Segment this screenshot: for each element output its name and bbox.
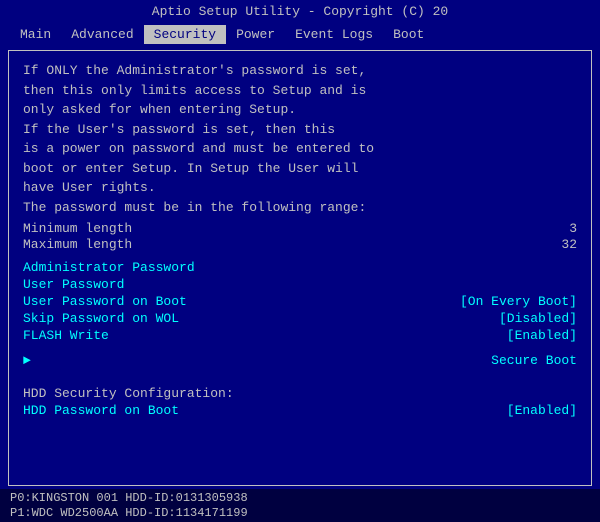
title-bar: Aptio Setup Utility - Copyright (C) 20: [0, 0, 600, 23]
hdd-password-row[interactable]: HDD Password on Boot [Enabled]: [23, 403, 577, 418]
divider-1: [23, 345, 577, 351]
admin-password-row[interactable]: Administrator Password: [23, 260, 577, 275]
skip-password-on-wol-value: [Disabled]: [499, 311, 577, 326]
main-content: If ONLY the Administrator's password is …: [8, 50, 592, 486]
desc-line-3: only asked for when entering Setup.: [23, 100, 577, 120]
bottom-bar: P0:KINGSTON 001 HDD-ID:0131305938 P1:WDC…: [0, 489, 600, 522]
nav-main[interactable]: Main: [10, 25, 61, 44]
hdd-password-value: [Enabled]: [507, 403, 577, 418]
min-length-value: 3: [517, 221, 577, 236]
menu-section: Administrator Password User Password Use…: [23, 260, 577, 343]
user-password-label[interactable]: User Password: [23, 277, 124, 292]
nav-advanced[interactable]: Advanced: [61, 25, 143, 44]
min-length-label: Minimum length: [23, 221, 517, 236]
desc-line-4: If the User's password is set, then this: [23, 120, 577, 140]
desc-line-6: boot or enter Setup. In Setup the User w…: [23, 159, 577, 179]
secure-boot-arrow-icon: ►: [23, 353, 31, 368]
divider-2: [23, 370, 577, 376]
max-length-row: Maximum length 32: [23, 237, 577, 252]
desc-line-8: The password must be in the following ra…: [23, 198, 577, 218]
hdd-password-label[interactable]: HDD Password on Boot: [23, 403, 179, 418]
flash-write-row[interactable]: FLASH Write [Enabled]: [23, 328, 577, 343]
secure-boot-label[interactable]: Secure Boot: [491, 353, 577, 368]
hdd-section-header: HDD Security Configuration:: [23, 386, 577, 401]
user-password-row[interactable]: User Password: [23, 277, 577, 292]
desc-line-5: is a power on password and must be enter…: [23, 139, 577, 159]
min-length-row: Minimum length 3: [23, 221, 577, 236]
nav-bar: Main Advanced Security Power Event Logs …: [0, 23, 600, 46]
description-block: If ONLY the Administrator's password is …: [23, 61, 577, 217]
skip-password-on-wol-label[interactable]: Skip Password on WOL: [23, 311, 179, 326]
bottom-row-0: P0:KINGSTON 001 HDD-ID:0131305938: [10, 491, 590, 505]
flash-write-value: [Enabled]: [507, 328, 577, 343]
secure-boot-row[interactable]: ► Secure Boot: [23, 353, 577, 368]
bottom-row-1: P1:WDC WD2500AA HDD-ID:1134171199: [10, 506, 590, 520]
nav-boot[interactable]: Boot: [383, 25, 434, 44]
max-length-label: Maximum length: [23, 237, 517, 252]
flash-write-label[interactable]: FLASH Write: [23, 328, 109, 343]
nav-power[interactable]: Power: [226, 25, 285, 44]
admin-password-label[interactable]: Administrator Password: [23, 260, 195, 275]
desc-line-7: have User rights.: [23, 178, 577, 198]
title-text: Aptio Setup Utility - Copyright (C) 20: [152, 4, 448, 19]
user-password-on-boot-label[interactable]: User Password on Boot: [23, 294, 187, 309]
desc-line-1: If ONLY the Administrator's password is …: [23, 61, 577, 81]
nav-event-logs[interactable]: Event Logs: [285, 25, 383, 44]
desc-line-2: then this only limits access to Setup an…: [23, 81, 577, 101]
nav-security[interactable]: Security: [144, 25, 226, 44]
skip-password-on-wol-row[interactable]: Skip Password on WOL [Disabled]: [23, 311, 577, 326]
max-length-value: 32: [517, 237, 577, 252]
user-password-on-boot-value: [On Every Boot]: [460, 294, 577, 309]
user-password-on-boot-row[interactable]: User Password on Boot [On Every Boot]: [23, 294, 577, 309]
